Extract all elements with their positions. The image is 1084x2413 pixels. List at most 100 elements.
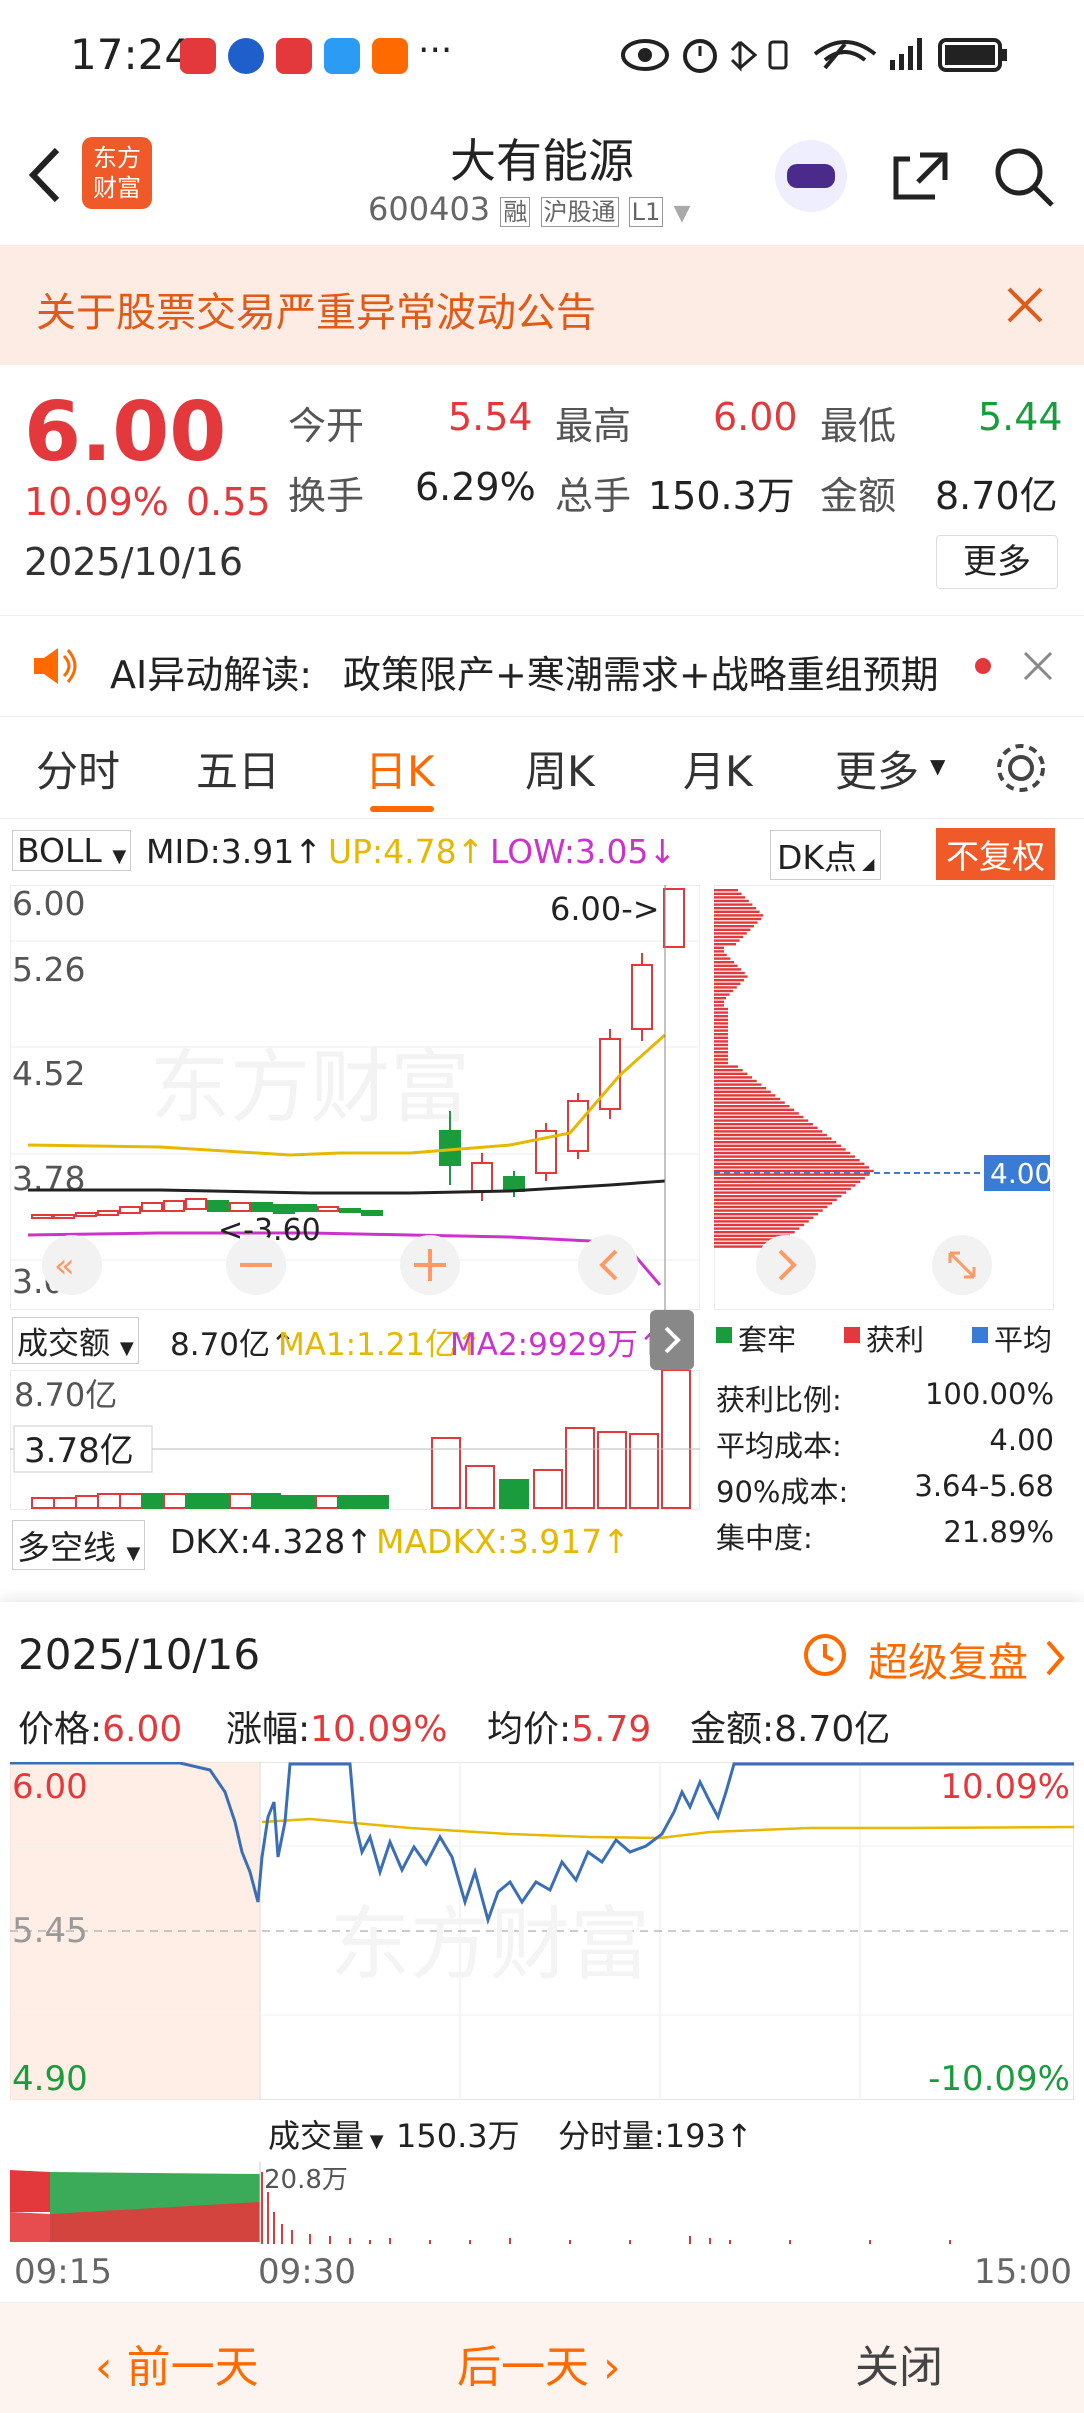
close-icon[interactable] [1022,650,1054,682]
dkx-indicator-select[interactable]: 多空线 ▼ [12,1520,146,1570]
close-button[interactable]: 关闭 [855,2331,943,2395]
intraday-stats: 均价:5.79 [487,1700,651,1752]
change-percent: 10.09% [24,480,169,524]
indicator-name: BOLL [17,831,102,870]
chip-bar [714,1033,728,1036]
prev-day-button[interactable]: ‹ 前一天 [95,2331,259,2395]
intraday-volume-chart[interactable]: 20.8万 [10,2162,1074,2244]
amount-label: 金额: [690,1709,775,1750]
close-icon[interactable] [1005,285,1045,325]
dropdown-icon[interactable]: ▼ [673,201,690,226]
chip-bar [714,939,740,942]
volume-value: 150.3万 [648,474,795,518]
chip-bar [714,896,746,899]
tab-daily-k[interactable]: 日K [365,738,435,799]
gear-icon[interactable] [993,740,1049,796]
volume-indicator-select[interactable]: 成交额 ▼ [12,1317,139,1364]
candle-body [317,1206,339,1212]
candle-body [361,1210,383,1216]
candle-body [251,1202,273,1212]
chip-bar [714,946,724,949]
amount-value: 8.70亿 [935,474,1058,518]
search-icon[interactable] [992,145,1056,209]
chip-next-button[interactable] [756,1235,816,1295]
tab-weekly-k[interactable]: 周K [525,738,595,799]
expand-panel-button[interactable] [650,1310,694,1370]
super-replay-link[interactable]: 超级复盘 [868,1630,1028,1688]
chip-bar [714,925,754,928]
tag-badge: L1 [628,197,664,227]
ai-label: AI异动解读: [110,653,313,697]
chevron-right-icon [1046,1640,1065,1676]
amount-bar-chart[interactable]: 8.70亿 3.78亿 [10,1370,700,1510]
candle-body [295,1204,317,1212]
boll-up: UP:4.78↑ [328,832,485,871]
chip-bar [714,1025,728,1029]
chip-bar [714,1184,856,1187]
chip-bar [714,1043,728,1047]
chip-bar [714,921,758,924]
indicator-select[interactable]: BOLL ▼ [12,830,132,871]
chip-distribution-chart[interactable]: 4.00 [714,885,1054,1310]
chip-cursor-price: 4.00 [990,1157,1052,1190]
kline-chart[interactable]: 东方财富 6.005.264.523.783.05 6.00-> <-3.60 … [10,885,700,1310]
volume-label: 总手 [555,474,632,518]
chip-bar [714,982,741,985]
app-notification-icon [324,38,360,74]
chip-bar [714,1205,828,1209]
candle-body [185,1198,207,1210]
chevron-right-icon: › [589,2342,621,2393]
app-notification-icon [372,38,408,74]
next-day-button[interactable]: 后一天 › [457,2331,621,2395]
chip-bar [714,1180,861,1183]
tab-5day[interactable]: 五日 [196,738,280,799]
candle-body [53,1214,75,1219]
ai-robot-icon[interactable] [775,140,847,212]
chip-bar [714,1151,851,1155]
candle-body [163,1200,185,1212]
total-volume: 150.3万 [396,2117,520,2155]
candle-body [471,1162,493,1192]
replay-date: 2025/10/16 [18,1630,261,1679]
share-icon[interactable] [890,145,950,205]
chip-bar [714,1148,846,1151]
stat-label: 平均成本: [716,1429,842,1463]
legend-profit: 获利 [866,1323,925,1357]
chip-bar [714,1137,832,1140]
high-value: 6.00 [713,395,798,439]
tab-intraday[interactable]: 分时 [36,738,120,799]
chevron-right-icon [664,1326,681,1354]
madkx-value: MADKX:3.917↑ [376,1522,630,1561]
history-clock-icon [804,1634,846,1676]
stock-code: 600403 [368,190,491,228]
adjust-toggle[interactable]: 不复权 [936,828,1055,880]
dk-point-toggle[interactable]: DK点 ◢ [770,830,882,880]
notice-banner[interactable]: 关于股票交易严重异常波动公告 [0,245,1084,365]
volume-indicator-name: 成交额 [17,1326,110,1362]
stat-value: 4.00 [989,1423,1054,1457]
chip-bar [714,968,742,971]
tab-more[interactable]: 更多 [835,738,919,799]
chip-bar [714,1054,728,1057]
chip-bar [714,1108,795,1111]
chip-bar [714,892,742,895]
y-axis-mid: 5.45 [12,1911,88,1951]
candle-body [339,1208,361,1213]
chip-stats-panel: 套牢 获利 平均 获利比例: 100.00% 平均成本: 4.00 90%成本:… [714,1315,1054,1595]
candle-body [97,1210,119,1216]
volume-indicator-select[interactable]: 成交量 ▼ [268,2111,384,2157]
intraday-stats: 金额:8.70亿 [690,1700,890,1752]
chip-bar [714,979,744,982]
ai-insight-bar[interactable]: AI异动解读: 政策限产+寒潮需求+战略重组预期 [0,615,1084,717]
amount-bar [359,1495,389,1509]
chart-tabs: 分时 五日 日K 周K 月K 更多 ▼ [0,718,1084,819]
chip-bar [714,1040,728,1043]
intraday-price-chart[interactable]: 东方财富 6.00 5.45 4.90 10.09% -10.09% [10,1762,1074,2100]
chip-bar [714,971,745,975]
next-day-label: 后一天 [457,2342,589,2393]
step-left-button[interactable] [578,1235,638,1295]
amount-bar [661,1370,691,1509]
more-button[interactable]: 更多 [936,535,1058,589]
avg-value: 5.79 [571,1709,652,1750]
tab-monthly-k[interactable]: 月K [683,738,753,799]
